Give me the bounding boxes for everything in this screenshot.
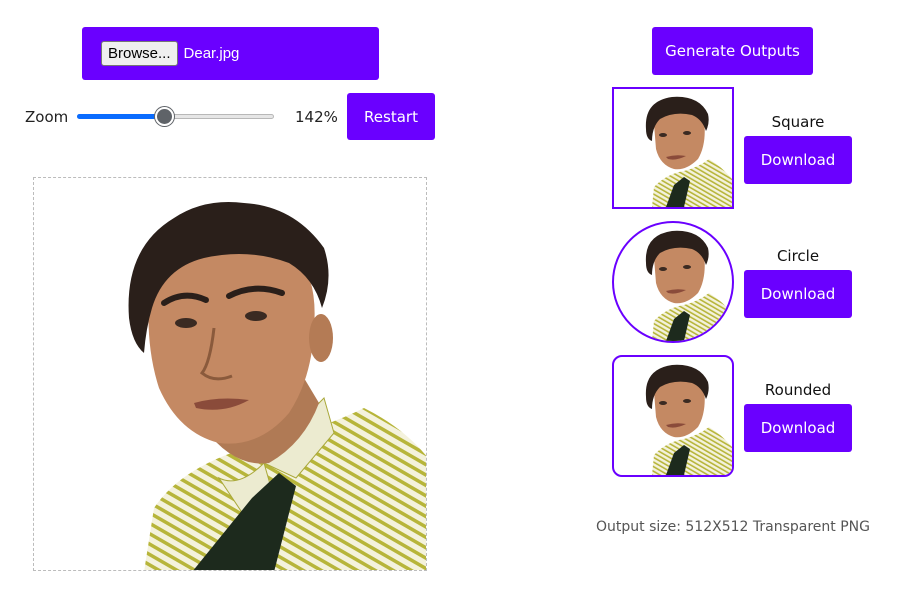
zoom-slider-handle[interactable]: [155, 107, 174, 126]
file-chooser[interactable]: Browse... Dear.jpg: [82, 27, 379, 80]
browse-button[interactable]: Browse...: [101, 41, 178, 66]
zoom-slider-fill: [77, 114, 164, 119]
zoom-slider[interactable]: [77, 105, 274, 129]
generate-outputs-button[interactable]: Generate Outputs: [652, 27, 813, 75]
square-preview: [612, 87, 734, 209]
download-square-button[interactable]: Download: [744, 136, 852, 184]
rounded-preview-image: [645, 364, 732, 475]
rounded-preview: [612, 355, 734, 477]
circle-label: Circle: [776, 247, 820, 265]
rounded-label: Rounded: [764, 381, 832, 399]
zoom-label: Zoom: [25, 108, 69, 126]
restart-button[interactable]: Restart: [347, 93, 435, 140]
download-rounded-button[interactable]: Download: [744, 404, 852, 452]
download-circle-button[interactable]: Download: [744, 270, 852, 318]
output-size-info: Output size: 512X512 Transparent PNG: [596, 519, 870, 535]
selected-file-name: Dear.jpg: [183, 45, 240, 62]
crop-area[interactable]: [33, 177, 427, 571]
portrait-photo: [128, 202, 426, 570]
circle-preview: [612, 221, 734, 343]
zoom-value: 142%: [295, 108, 338, 126]
square-label: Square: [771, 113, 825, 131]
circle-preview-image: [645, 230, 732, 341]
square-preview-image: [645, 96, 732, 207]
